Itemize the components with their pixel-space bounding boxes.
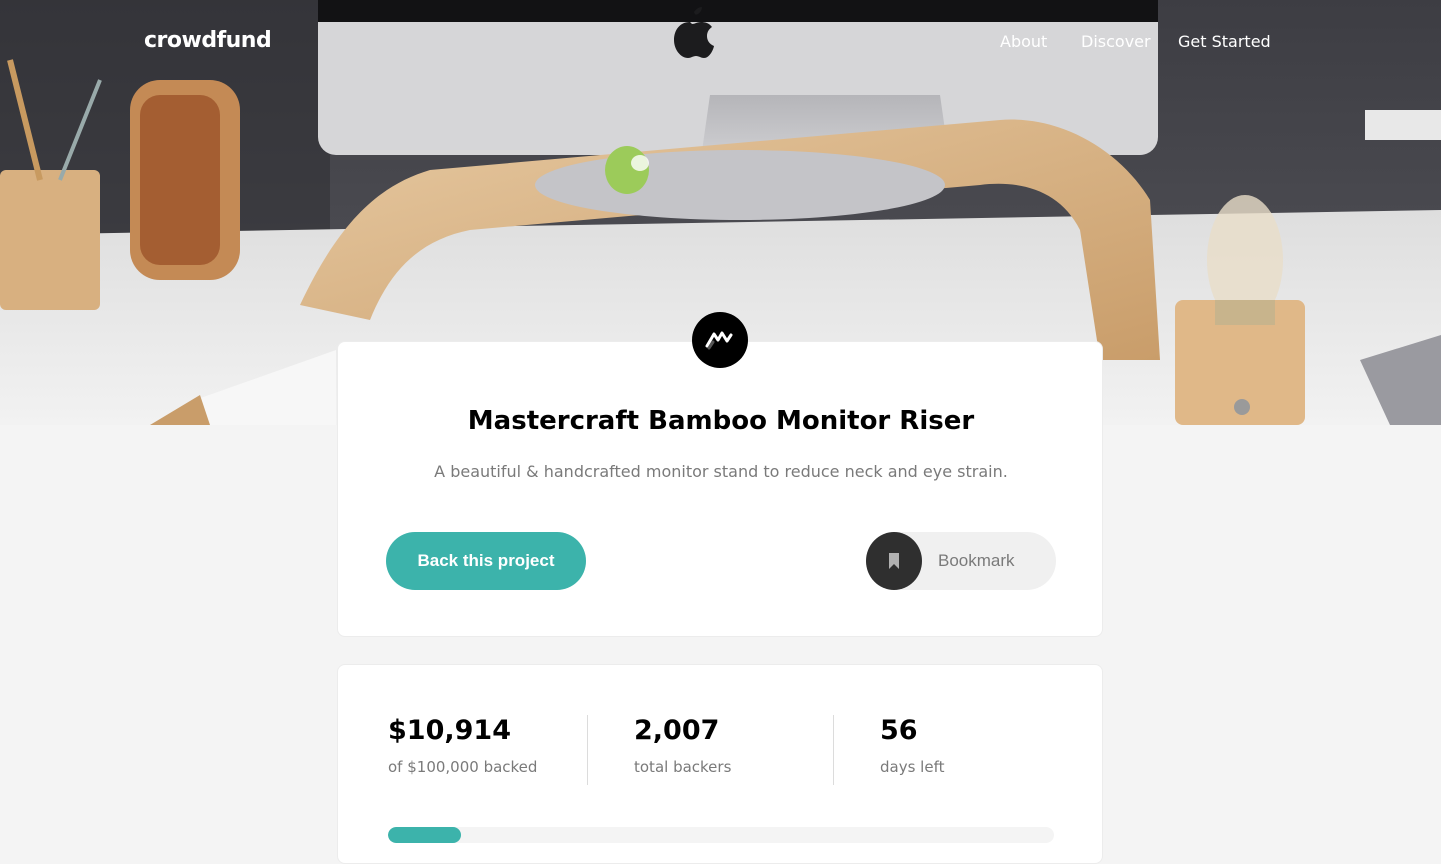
stat-backers-label: total backers xyxy=(634,758,732,776)
nav-link-about[interactable]: About xyxy=(1000,32,1047,51)
crowdfund-logo[interactable]: crowdfund xyxy=(144,28,272,53)
stat-days: 56 days left xyxy=(880,715,944,776)
funding-progress-bar xyxy=(388,827,1054,843)
back-project-button[interactable]: Back this project xyxy=(386,532,586,590)
stat-days-value: 56 xyxy=(880,715,918,746)
top-navigation: crowdfund About Discover Get Started xyxy=(0,0,1441,85)
bookmark-icon xyxy=(866,532,922,590)
mastercraft-logo-icon xyxy=(692,312,748,368)
nav-link-discover[interactable]: Discover xyxy=(1081,32,1151,51)
bookmark-glyph xyxy=(889,553,899,569)
stat-backed-label: of $100,000 backed xyxy=(388,758,538,776)
stat-backed-value: $10,914 xyxy=(388,715,511,746)
stat-days-label: days left xyxy=(880,758,945,776)
project-title: Mastercraft Bamboo Monitor Riser xyxy=(467,406,975,436)
stat-backers-value: 2,007 xyxy=(634,715,720,746)
stat-divider xyxy=(587,715,588,785)
funding-progress-fill xyxy=(388,827,461,843)
mastercraft-logo-glyph xyxy=(705,331,733,350)
bookmark-label: Bookmark xyxy=(938,551,1015,570)
stat-divider xyxy=(833,715,834,785)
stat-backed: $10,914 of $100,000 backed xyxy=(388,715,537,776)
stats-card: $10,914 of $100,000 backed 2,007 total b… xyxy=(337,664,1103,864)
stat-backers: 2,007 total backers xyxy=(634,715,731,776)
bookmark-button[interactable]: Bookmark xyxy=(866,532,1056,590)
project-card: Mastercraft Bamboo Monitor Riser A beaut… xyxy=(337,341,1103,637)
nav-link-get-started[interactable]: Get Started xyxy=(1178,32,1271,51)
project-description: A beautiful & handcrafted monitor stand … xyxy=(434,462,1008,481)
